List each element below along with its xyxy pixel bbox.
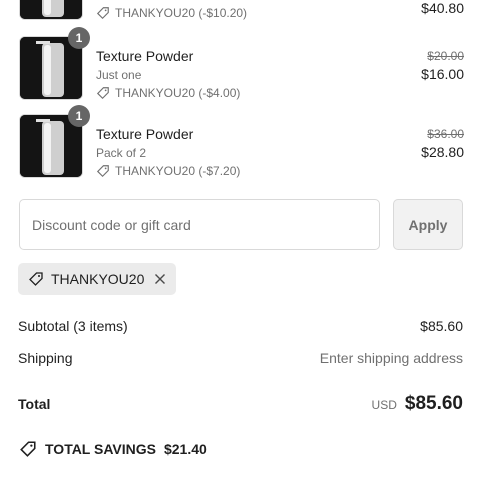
total-row: Total USD $85.60 xyxy=(18,393,463,415)
line-item: 1 Texture Powder Pack of 2 THANKYOU20 (-… xyxy=(18,105,464,178)
total-savings: TOTAL SAVINGS $21.40 xyxy=(19,440,207,458)
item-variant: Pack of 2 xyxy=(96,146,147,160)
tag-icon xyxy=(96,165,109,178)
tag-icon xyxy=(29,272,43,286)
subtotal-label: Subtotal (3 items) xyxy=(18,318,128,334)
product-thumbnail xyxy=(19,0,83,20)
total-amount: USD $85.60 xyxy=(372,393,463,415)
item-title: Texture Powder xyxy=(96,48,194,64)
product-image xyxy=(19,0,83,20)
currency-code: USD xyxy=(371,398,397,412)
item-title: Texture Powder xyxy=(96,126,194,142)
applied-discount-tag: THANKYOU20 xyxy=(18,263,176,295)
item-price-final: $40.80 xyxy=(421,0,464,16)
line-item: 1 Texture Powder Just one THANKYOU20 (-$… xyxy=(18,27,464,100)
quantity-badge: 1 xyxy=(68,105,90,127)
item-discount: THANKYOU20 (-$10.20) xyxy=(96,6,247,20)
total-label: Total xyxy=(18,396,51,412)
item-discount: THANKYOU20 (-$4.00) xyxy=(96,86,240,100)
applied-code-text: THANKYOU20 xyxy=(51,271,145,287)
tag-icon xyxy=(20,441,36,457)
item-price-final: $16.00 xyxy=(421,66,464,82)
subtotal-row: Subtotal (3 items) $85.60 xyxy=(18,318,463,334)
item-price-final: $28.80 xyxy=(421,144,464,160)
savings-label: TOTAL SAVINGS xyxy=(45,441,156,457)
product-thumbnail: 1 xyxy=(19,27,90,100)
item-price: $40.80 xyxy=(421,0,464,16)
subtotal-value: $85.60 xyxy=(420,318,463,334)
item-variant: Just one xyxy=(96,68,142,82)
product-thumbnail: 1 xyxy=(19,105,90,178)
item-price: $20.00 $16.00 xyxy=(421,49,464,82)
tag-icon xyxy=(96,87,109,100)
line-item: THANKYOU20 (-$10.20) $40.80 xyxy=(18,0,464,20)
item-price: $36.00 $28.80 xyxy=(421,127,464,160)
item-price-original: $20.00 xyxy=(427,49,464,63)
shipping-value: Enter shipping address xyxy=(319,350,463,366)
close-icon[interactable] xyxy=(152,271,168,287)
discount-code-input[interactable] xyxy=(19,199,380,250)
savings-value: $21.40 xyxy=(163,441,207,457)
quantity-badge: 1 xyxy=(68,27,90,49)
shipping-row: Shipping Enter shipping address xyxy=(18,350,463,366)
item-discount-text: THANKYOU20 (-$10.20) xyxy=(115,6,248,20)
item-discount-text: THANKYOU20 (-$7.20) xyxy=(115,164,241,178)
apply-button[interactable]: Apply xyxy=(393,199,463,250)
shipping-label: Shipping xyxy=(18,350,73,366)
item-discount: THANKYOU20 (-$7.20) xyxy=(96,164,240,178)
total-value: $85.60 xyxy=(404,393,463,414)
item-discount-text: THANKYOU20 (-$4.00) xyxy=(115,86,241,100)
item-price-original: $36.00 xyxy=(427,127,464,141)
tag-icon xyxy=(96,7,109,20)
product-bottle-icon xyxy=(20,0,82,19)
